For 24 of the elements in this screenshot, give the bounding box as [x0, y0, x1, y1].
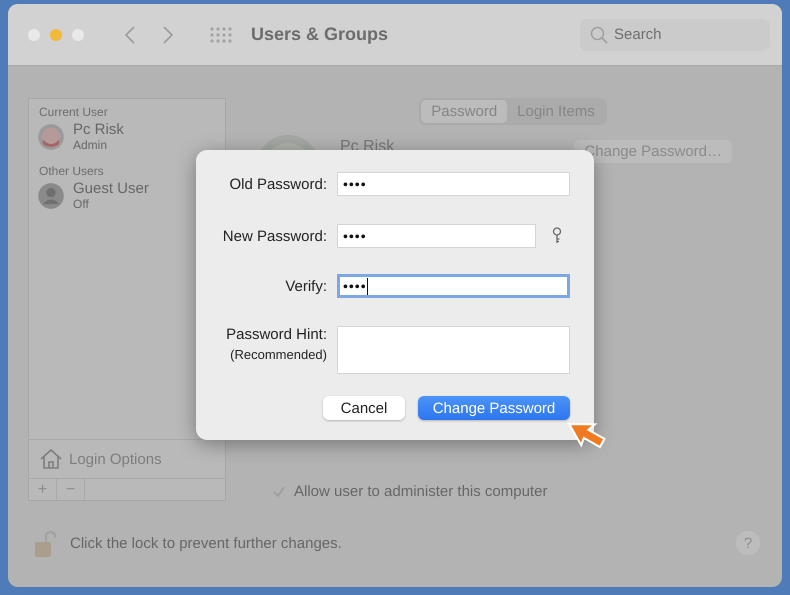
- field-sublabel: (Recommended): [230, 347, 327, 362]
- search-field[interactable]: Search: [580, 18, 770, 50]
- remove-button[interactable]: −: [57, 479, 85, 500]
- user-name[interactable]: Pc Risk: [73, 121, 124, 138]
- window-title: Users & Groups: [251, 24, 388, 45]
- field-label: New Password:: [222, 228, 327, 244]
- add-button[interactable]: +: [29, 479, 57, 500]
- checkbox-label: Allow user to administer this computer: [294, 483, 548, 500]
- password-field[interactable]: ••••: [337, 224, 536, 248]
- password-field[interactable]: ••••: [337, 172, 570, 196]
- lock-message: Click the lock to prevent further changes.: [70, 534, 342, 552]
- section-heading: Other Users: [38, 163, 105, 178]
- section-heading: Current User: [38, 104, 109, 119]
- field-label: Password Hint:: [226, 326, 327, 343]
- confirm-button[interactable]: Change Password: [418, 396, 570, 420]
- help-button[interactable]: ?: [736, 531, 760, 555]
- user-role: Off: [73, 197, 90, 211]
- user-role: Admin: [73, 138, 108, 152]
- user-name[interactable]: Guest User: [73, 180, 149, 197]
- cancel-button[interactable]: Cancel: [323, 396, 405, 420]
- field-label: Old Password:: [229, 176, 327, 192]
- password-field[interactable]: ••••: [337, 274, 570, 298]
- field-label: Verify:: [285, 278, 327, 294]
- login-options-item[interactable]: Login Options: [69, 450, 162, 468]
